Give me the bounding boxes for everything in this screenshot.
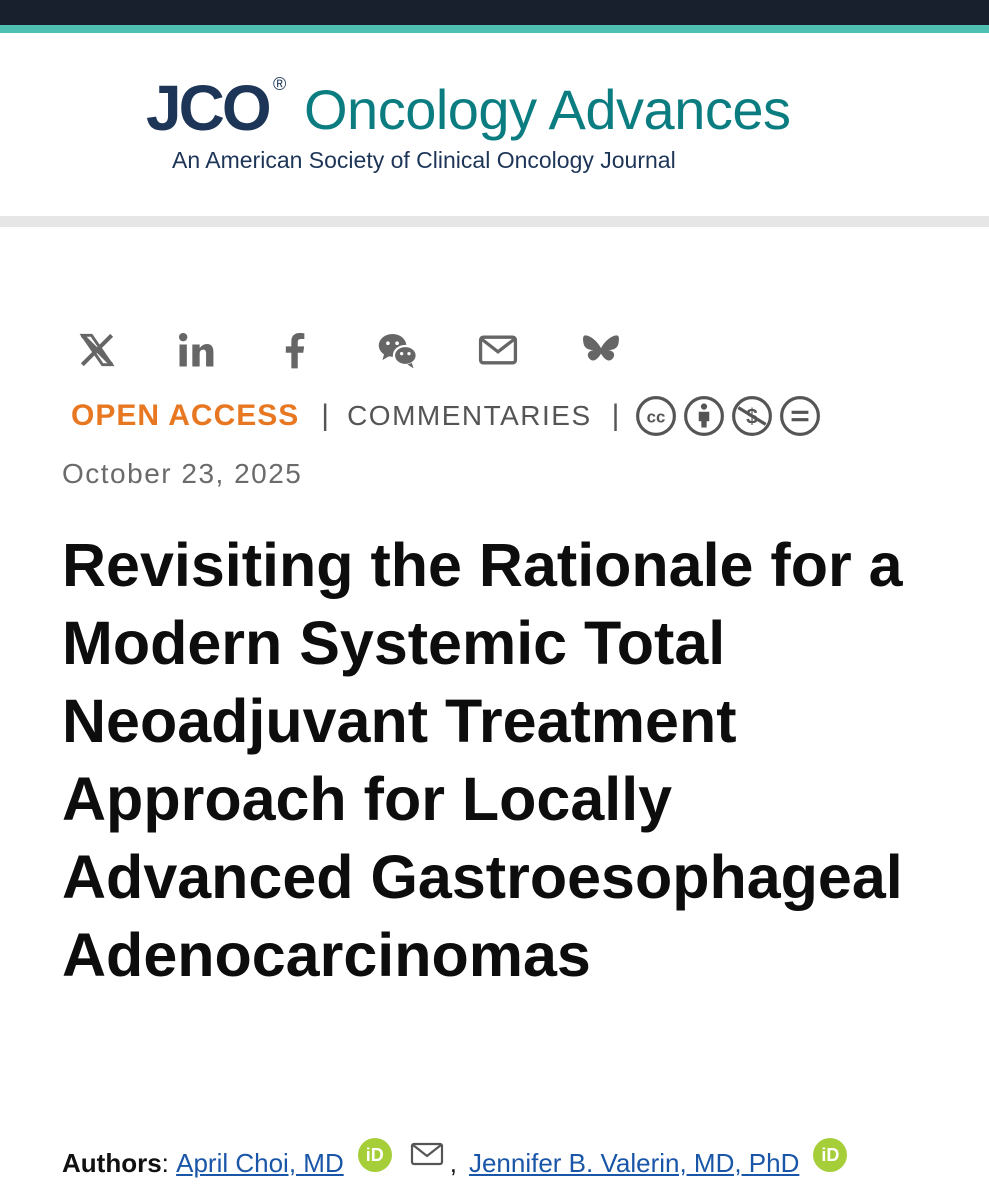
meta-separator: | — [611, 399, 620, 432]
orcid-icon[interactable]: iD — [813, 1138, 848, 1172]
facebook-icon[interactable] — [271, 326, 319, 374]
authors-label: Authors — [62, 1147, 162, 1178]
masthead: JCO ® Oncology Advances An American Soci… — [0, 33, 989, 216]
journal-subtitle: An American Society of Clinical Oncology… — [172, 147, 676, 173]
article-title: Revisiting the Rationale for a Modern Sy… — [62, 531, 903, 989]
journal-name: Oncology Advances — [304, 78, 791, 141]
noncommercial-icon: $ — [732, 396, 773, 436]
share-bar — [0, 326, 989, 376]
wechat-icon[interactable] — [374, 326, 422, 374]
bluesky-icon[interactable] — [577, 326, 625, 374]
publication-date: October 23, 2025 — [62, 458, 303, 489]
meta-separator: | — [321, 399, 330, 432]
email-icon[interactable] — [474, 326, 522, 374]
registered-mark: ® — [273, 74, 287, 94]
author-link-choi[interactable]: April Choi, MD — [176, 1148, 344, 1179]
noderivatives-icon — [780, 396, 821, 436]
accent-line — [0, 25, 989, 33]
logo-jco-text: JCO — [146, 72, 272, 144]
orcid-icon[interactable]: iD — [357, 1138, 392, 1172]
cc-icon: cc — [636, 396, 677, 436]
email-icon[interactable] — [410, 1141, 444, 1169]
x-icon[interactable] — [73, 326, 121, 374]
svg-text:cc: cc — [647, 407, 666, 426]
top-bar — [0, 0, 989, 25]
license-icons[interactable]: cc $ — [635, 395, 821, 437]
authors-line: Authors : April Choi, MD iD , Jennifer B… — [62, 1138, 857, 1180]
linkedin-icon[interactable] — [172, 326, 220, 374]
by-attribution-icon — [684, 396, 725, 436]
article-category[interactable]: COMMENTARIES — [347, 400, 592, 432]
author-separator: , — [449, 1147, 457, 1178]
authors-colon: : — [161, 1147, 177, 1178]
article-meta-row: OPEN ACCESS | COMMENTARIES | cc $ — [71, 394, 821, 438]
author-link-valerin[interactable]: Jennifer B. Valerin, MD, PhD — [469, 1148, 799, 1179]
open-access-label: OPEN ACCESS — [71, 399, 300, 432]
header-divider — [0, 216, 989, 227]
